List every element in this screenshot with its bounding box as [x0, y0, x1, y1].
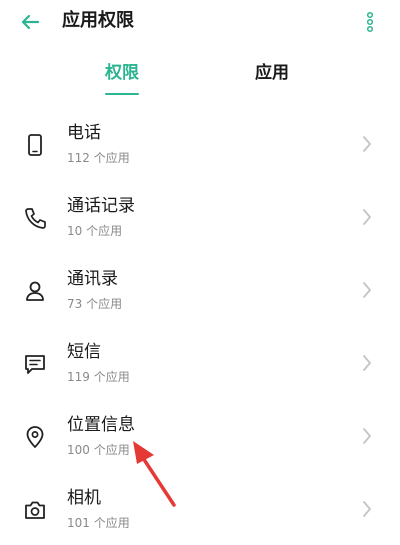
chevron-right-icon — [363, 136, 371, 152]
permission-row-camera[interactable]: 相机 101 个应用 — [0, 471, 400, 544]
permission-row-location[interactable]: 位置信息 100 个应用 — [0, 398, 400, 471]
permission-row-contacts[interactable]: 通讯录 73 个应用 — [0, 252, 400, 325]
phone-icon — [28, 134, 42, 156]
permission-app-count: 119 个应用 — [67, 370, 130, 384]
chevron-right-icon — [363, 355, 371, 371]
page-title: 应用权限 — [62, 10, 134, 31]
permission-title: 相机 — [67, 488, 101, 508]
chevron-right-icon — [363, 282, 371, 298]
back-arrow-icon[interactable] — [18, 10, 42, 34]
call-log-icon — [25, 208, 46, 229]
permission-title: 通讯录 — [67, 269, 118, 289]
permission-title: 短信 — [67, 342, 101, 362]
tab-bar: 权限 应用 — [0, 56, 400, 100]
permission-title: 通话记录 — [67, 196, 135, 216]
permission-row-sms[interactable]: 短信 119 个应用 — [0, 325, 400, 398]
location-icon — [26, 426, 44, 448]
chevron-right-icon — [363, 501, 371, 517]
permission-app-count: 112 个应用 — [67, 151, 130, 165]
permission-title: 位置信息 — [67, 415, 135, 435]
more-vertical-icon[interactable] — [362, 10, 378, 34]
camera-icon — [25, 501, 45, 519]
contacts-icon — [26, 281, 44, 301]
chevron-right-icon — [363, 428, 371, 444]
app-bar: 应用权限 — [0, 0, 400, 48]
permission-row-phone[interactable]: 电话 112 个应用 — [0, 106, 400, 179]
permission-app-count: 100 个应用 — [67, 443, 130, 457]
sms-icon — [25, 355, 45, 374]
permission-app-count: 101 个应用 — [67, 516, 130, 530]
permission-app-count: 73 个应用 — [67, 297, 123, 311]
permission-title: 电话 — [67, 123, 101, 143]
permission-app-count: 10 个应用 — [67, 224, 123, 238]
chevron-right-icon — [363, 209, 371, 225]
tab-apps[interactable]: 应用 — [242, 56, 302, 100]
permission-row-call-log[interactable]: 通话记录 10 个应用 — [0, 179, 400, 252]
active-tab-indicator — [105, 93, 139, 95]
